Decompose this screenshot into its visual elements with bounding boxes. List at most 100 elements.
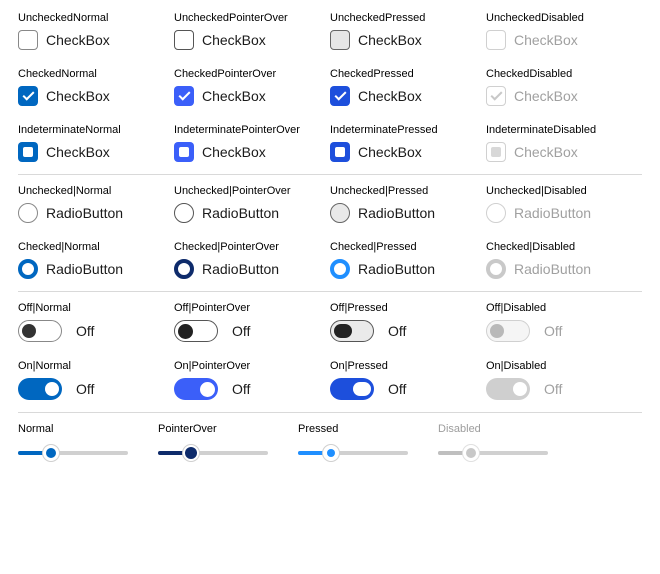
slider[interactable] (158, 443, 268, 463)
state-label: UncheckedNormal (18, 12, 174, 24)
checkbox-checked-normal: CheckedNormal CheckBox (18, 68, 174, 106)
state-label: Unchecked|PointerOver (174, 185, 330, 197)
toggle-knob (353, 382, 371, 396)
toggle-knob (334, 324, 352, 338)
radio[interactable] (330, 203, 350, 223)
slider[interactable] (18, 443, 128, 463)
checkbox-unchecked-pressed: UncheckedPressed CheckBox (330, 12, 486, 50)
checkbox-unchecked-normal: UncheckedNormal CheckBox (18, 12, 174, 50)
toggle-states-section: Off|Normal Off Off|PointerOver Off Off|P… (18, 302, 642, 413)
radio[interactable] (18, 203, 38, 223)
state-label: Checked|PointerOver (174, 241, 330, 253)
checkbox-label: CheckBox (358, 144, 422, 160)
state-label: Checked|Pressed (330, 241, 486, 253)
slider-thumb[interactable] (42, 444, 60, 462)
checkbox-label: CheckBox (358, 88, 422, 104)
toggle-knob (200, 382, 215, 397)
toggle-label: Off (544, 323, 562, 339)
checkbox[interactable] (330, 86, 350, 106)
checkbox-label: CheckBox (514, 32, 578, 48)
state-label: Unchecked|Pressed (330, 185, 486, 197)
state-label: Off|Normal (18, 302, 174, 314)
slider-thumb[interactable] (322, 444, 340, 462)
state-label: UncheckedPointerOver (174, 12, 330, 24)
slider-normal: Normal (18, 423, 128, 463)
checkbox-checked-hover: CheckedPointerOver CheckBox (174, 68, 330, 106)
radio-unchecked-disabled: Unchecked|Disabled RadioButton (486, 185, 642, 223)
toggle[interactable] (174, 378, 218, 400)
slider-pressed: Pressed (298, 423, 408, 463)
state-label: CheckedNormal (18, 68, 174, 80)
radio-checked-normal: Checked|Normal RadioButton (18, 241, 174, 279)
toggle-knob (45, 382, 59, 396)
state-label: Off|Disabled (486, 302, 642, 314)
toggle-on-normal: On|Normal Off (18, 360, 174, 400)
toggle-label: Off (544, 381, 562, 397)
toggle-label: Off (232, 381, 250, 397)
slider (438, 443, 548, 463)
state-label: Unchecked|Disabled (486, 185, 642, 197)
toggle-off-disabled: Off|Disabled Off (486, 302, 642, 342)
check-icon (178, 89, 190, 101)
toggle-label: Off (76, 323, 94, 339)
check-icon (334, 89, 346, 101)
check-icon (490, 89, 502, 101)
checkbox-label: CheckBox (514, 144, 578, 160)
checkbox-unchecked-hover: UncheckedPointerOver CheckBox (174, 12, 330, 50)
state-label: CheckedPointerOver (174, 68, 330, 80)
toggle[interactable] (330, 378, 374, 400)
toggle-label: Off (76, 381, 94, 397)
checkbox[interactable] (174, 30, 194, 50)
slider-hover: PointerOver (158, 423, 268, 463)
checkbox (486, 30, 506, 50)
checkbox[interactable] (18, 86, 38, 106)
radio-checked-hover: Checked|PointerOver RadioButton (174, 241, 330, 279)
checkbox[interactable] (330, 30, 350, 50)
radio-checked-disabled: Checked|Disabled RadioButton (486, 241, 642, 279)
toggle[interactable] (174, 320, 218, 342)
radio[interactable] (174, 259, 194, 279)
checkbox-label: CheckBox (202, 88, 266, 104)
slider-states-section: Normal PointerOver Pressed Di (18, 423, 642, 463)
checkbox-label: CheckBox (202, 32, 266, 48)
radio-unchecked-normal: Unchecked|Normal RadioButton (18, 185, 174, 223)
state-label: UncheckedPressed (330, 12, 486, 24)
radio-label: RadioButton (46, 261, 123, 277)
state-label: Checked|Normal (18, 241, 174, 253)
state-label: On|PointerOver (174, 360, 330, 372)
checkbox-indeterminate-disabled: IndeterminateDisabled CheckBox (486, 124, 642, 162)
toggle-knob (513, 382, 527, 396)
checkbox[interactable] (174, 142, 194, 162)
checkbox-label: CheckBox (358, 32, 422, 48)
radio[interactable] (174, 203, 194, 223)
radio[interactable] (330, 259, 350, 279)
indeterminate-icon (23, 147, 33, 157)
toggle (486, 378, 530, 400)
toggle-label: Off (388, 381, 406, 397)
toggle[interactable] (18, 320, 62, 342)
toggle-on-pressed: On|Pressed Off (330, 360, 486, 400)
toggle-label: Off (232, 323, 250, 339)
slider[interactable] (298, 443, 408, 463)
radio-checked-pressed: Checked|Pressed RadioButton (330, 241, 486, 279)
radio[interactable] (18, 259, 38, 279)
checkbox-indeterminate-normal: IndeterminateNormal CheckBox (18, 124, 174, 162)
state-label: IndeterminateDisabled (486, 124, 642, 136)
state-label: Checked|Disabled (486, 241, 642, 253)
radio-label: RadioButton (514, 205, 591, 221)
radio-label: RadioButton (514, 261, 591, 277)
indeterminate-icon (179, 147, 189, 157)
checkbox[interactable] (18, 142, 38, 162)
slider-thumb[interactable] (182, 444, 200, 462)
state-label: CheckedDisabled (486, 68, 642, 80)
toggle[interactable] (18, 378, 62, 400)
radio-label: RadioButton (202, 205, 279, 221)
state-label: Normal (18, 423, 128, 435)
toggle-label: Off (388, 323, 406, 339)
checkbox[interactable] (18, 30, 38, 50)
checkbox[interactable] (174, 86, 194, 106)
indeterminate-icon (491, 147, 501, 157)
toggle[interactable] (330, 320, 374, 342)
checkbox-indeterminate-hover: IndeterminatePointerOver CheckBox (174, 124, 330, 162)
checkbox[interactable] (330, 142, 350, 162)
